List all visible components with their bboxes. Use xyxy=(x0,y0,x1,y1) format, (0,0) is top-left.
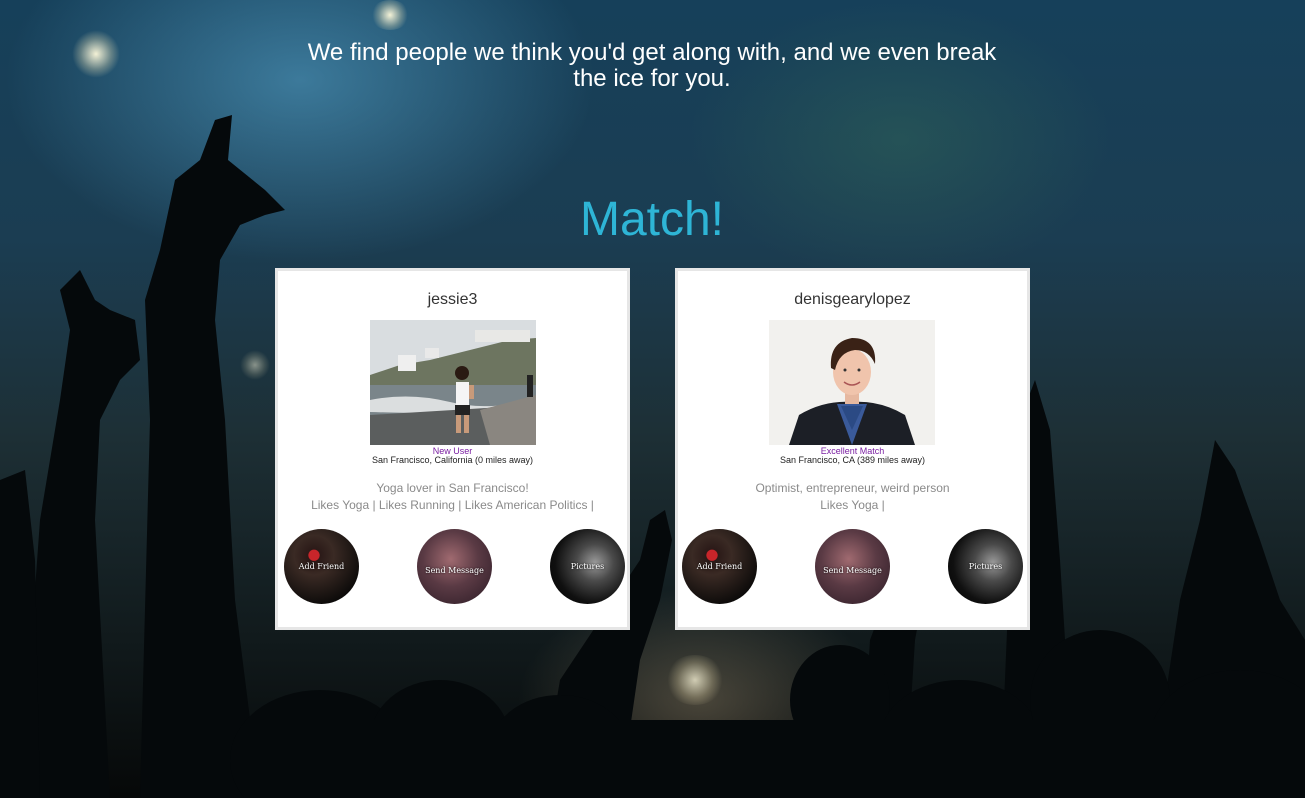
match-title: Match! xyxy=(579,193,725,246)
add-friend-button[interactable]: Add Friend xyxy=(284,529,359,604)
likes-list: Likes Yoga | Likes Running | Likes Ameri… xyxy=(311,498,594,512)
send-message-button[interactable]: Send Message xyxy=(815,529,890,604)
concert-background xyxy=(0,115,1305,798)
tagline: We find people we think you'd get along … xyxy=(307,39,997,92)
stage-light xyxy=(665,655,725,705)
add-friend-label: Add Friend xyxy=(298,562,345,571)
add-friend-button[interactable]: Add Friend xyxy=(682,529,757,604)
likes-list: Likes Yoga | xyxy=(820,498,885,512)
stage-light xyxy=(240,350,270,380)
pictures-button[interactable]: Pictures xyxy=(550,529,625,604)
match-card: denisgearylopez Excellent Match San Fran… xyxy=(675,268,1030,630)
profile-photo[interactable] xyxy=(370,320,536,445)
send-message-button[interactable]: Send Message xyxy=(417,529,492,604)
username[interactable]: denisgearylopez xyxy=(678,291,1027,309)
location: San Francisco, California (0 miles away) xyxy=(371,455,534,465)
stage-light xyxy=(72,30,120,78)
match-card: jessie3 New User San Francisco, Californ… xyxy=(275,268,630,630)
send-message-label: Send Message xyxy=(823,566,882,575)
bio: Yoga lover in San Francisco! xyxy=(376,481,529,495)
username[interactable]: jessie3 xyxy=(278,291,627,309)
pictures-button[interactable]: Pictures xyxy=(948,529,1023,604)
location: San Francisco, CA (389 miles away) xyxy=(779,455,926,465)
pictures-label: Pictures xyxy=(968,562,1003,571)
pictures-label: Pictures xyxy=(570,562,605,571)
send-message-label: Send Message xyxy=(425,566,484,575)
add-friend-label: Add Friend xyxy=(696,562,743,571)
profile-photo[interactable] xyxy=(769,320,935,445)
bio: Optimist, entrepreneur, weird person xyxy=(755,481,950,495)
stage-light xyxy=(370,0,410,30)
